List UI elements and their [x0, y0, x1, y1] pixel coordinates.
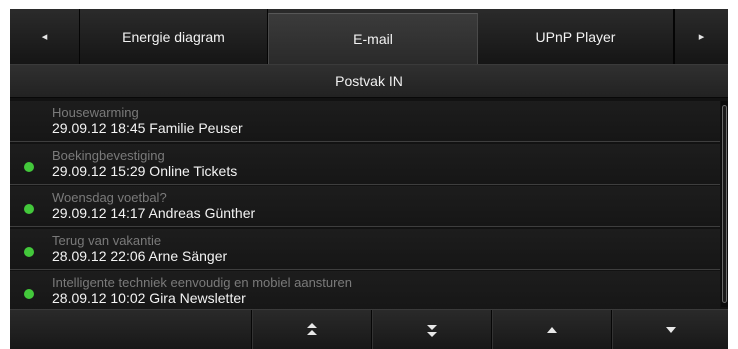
tab-label: UPnP Player	[535, 28, 616, 45]
tab-label: Energie diagram	[122, 28, 225, 45]
mail-meta: 29.09.12 15:29 Online Tickets	[52, 162, 238, 179]
page-up-icon	[307, 323, 317, 335]
tab-energie-diagram[interactable]: Energie diagram	[80, 9, 268, 64]
tab-bar: ◂ Energie diagram E-mail UPnP Player ▸	[10, 9, 728, 64]
page-down-button[interactable]	[372, 310, 492, 349]
scrollbar-thumb[interactable]	[722, 105, 727, 303]
mail-meta: 29.09.12 14:17 Andreas Günther	[52, 205, 256, 221]
mail-item[interactable]: Intelligente techniek eenvoudig en mobie…	[10, 271, 720, 312]
chevron-left-icon: ◂	[41, 31, 48, 43]
mail-subject: Boekingbevestiging	[52, 147, 165, 163]
mail-item[interactable]: Terug van vakantie 28.09.12 22:06 Arne S…	[10, 228, 720, 270]
tab-prev-button[interactable]: ◂	[10, 9, 80, 64]
unread-dot-icon	[24, 246, 34, 257]
mail-list: Housewarming 29.09.12 18:45 Familie Peus…	[10, 101, 720, 312]
scroll-up-button[interactable]	[492, 310, 612, 349]
unread-dot-icon	[24, 289, 34, 299]
mail-meta: 29.09.12 18:45 Familie Peuser	[52, 120, 243, 136]
mail-subject: Intelligente techniek eenvoudig en mobie…	[52, 275, 352, 290]
mail-subject: Woensdag voetbal?	[52, 190, 167, 205]
tab-upnp-player[interactable]: UPnP Player	[478, 9, 674, 64]
mail-meta: 28.09.12 22:06 Arne Sänger	[52, 247, 228, 264]
email-app-window: ◂ Energie diagram E-mail UPnP Player ▸ P…	[10, 9, 728, 349]
mail-meta: 28.09.12 10:02 Gira Newsletter	[52, 290, 246, 306]
page-down-icon	[427, 325, 437, 337]
scroll-down-button[interactable]	[612, 310, 728, 349]
mail-item[interactable]: Housewarming 29.09.12 18:45 Familie Peus…	[10, 101, 720, 142]
scrollbar[interactable]	[721, 101, 728, 307]
tab-next-button[interactable]: ▸	[674, 9, 728, 64]
chevron-right-icon: ▸	[698, 31, 705, 43]
mail-subject: Terug van vakantie	[52, 232, 162, 248]
folder-title: Postvak IN	[335, 73, 403, 89]
mail-item[interactable]: Woensdag voetbal? 29.09.12 14:17 Andreas…	[10, 186, 720, 227]
unread-dot-icon	[24, 161, 34, 172]
toolbar-empty-slot	[10, 310, 252, 349]
up-icon	[547, 327, 557, 333]
tab-email[interactable]: E-mail	[268, 13, 478, 64]
down-icon	[665, 327, 676, 333]
tab-label: E-mail	[353, 31, 393, 47]
mail-subject: Housewarming	[52, 105, 139, 120]
bottom-toolbar	[10, 309, 728, 349]
page-up-button[interactable]	[252, 310, 372, 349]
mail-item[interactable]: Boekingbevestiging 29.09.12 15:29 Online…	[10, 143, 720, 185]
folder-header: Postvak IN	[10, 64, 728, 98]
unread-dot-icon	[24, 204, 34, 214]
